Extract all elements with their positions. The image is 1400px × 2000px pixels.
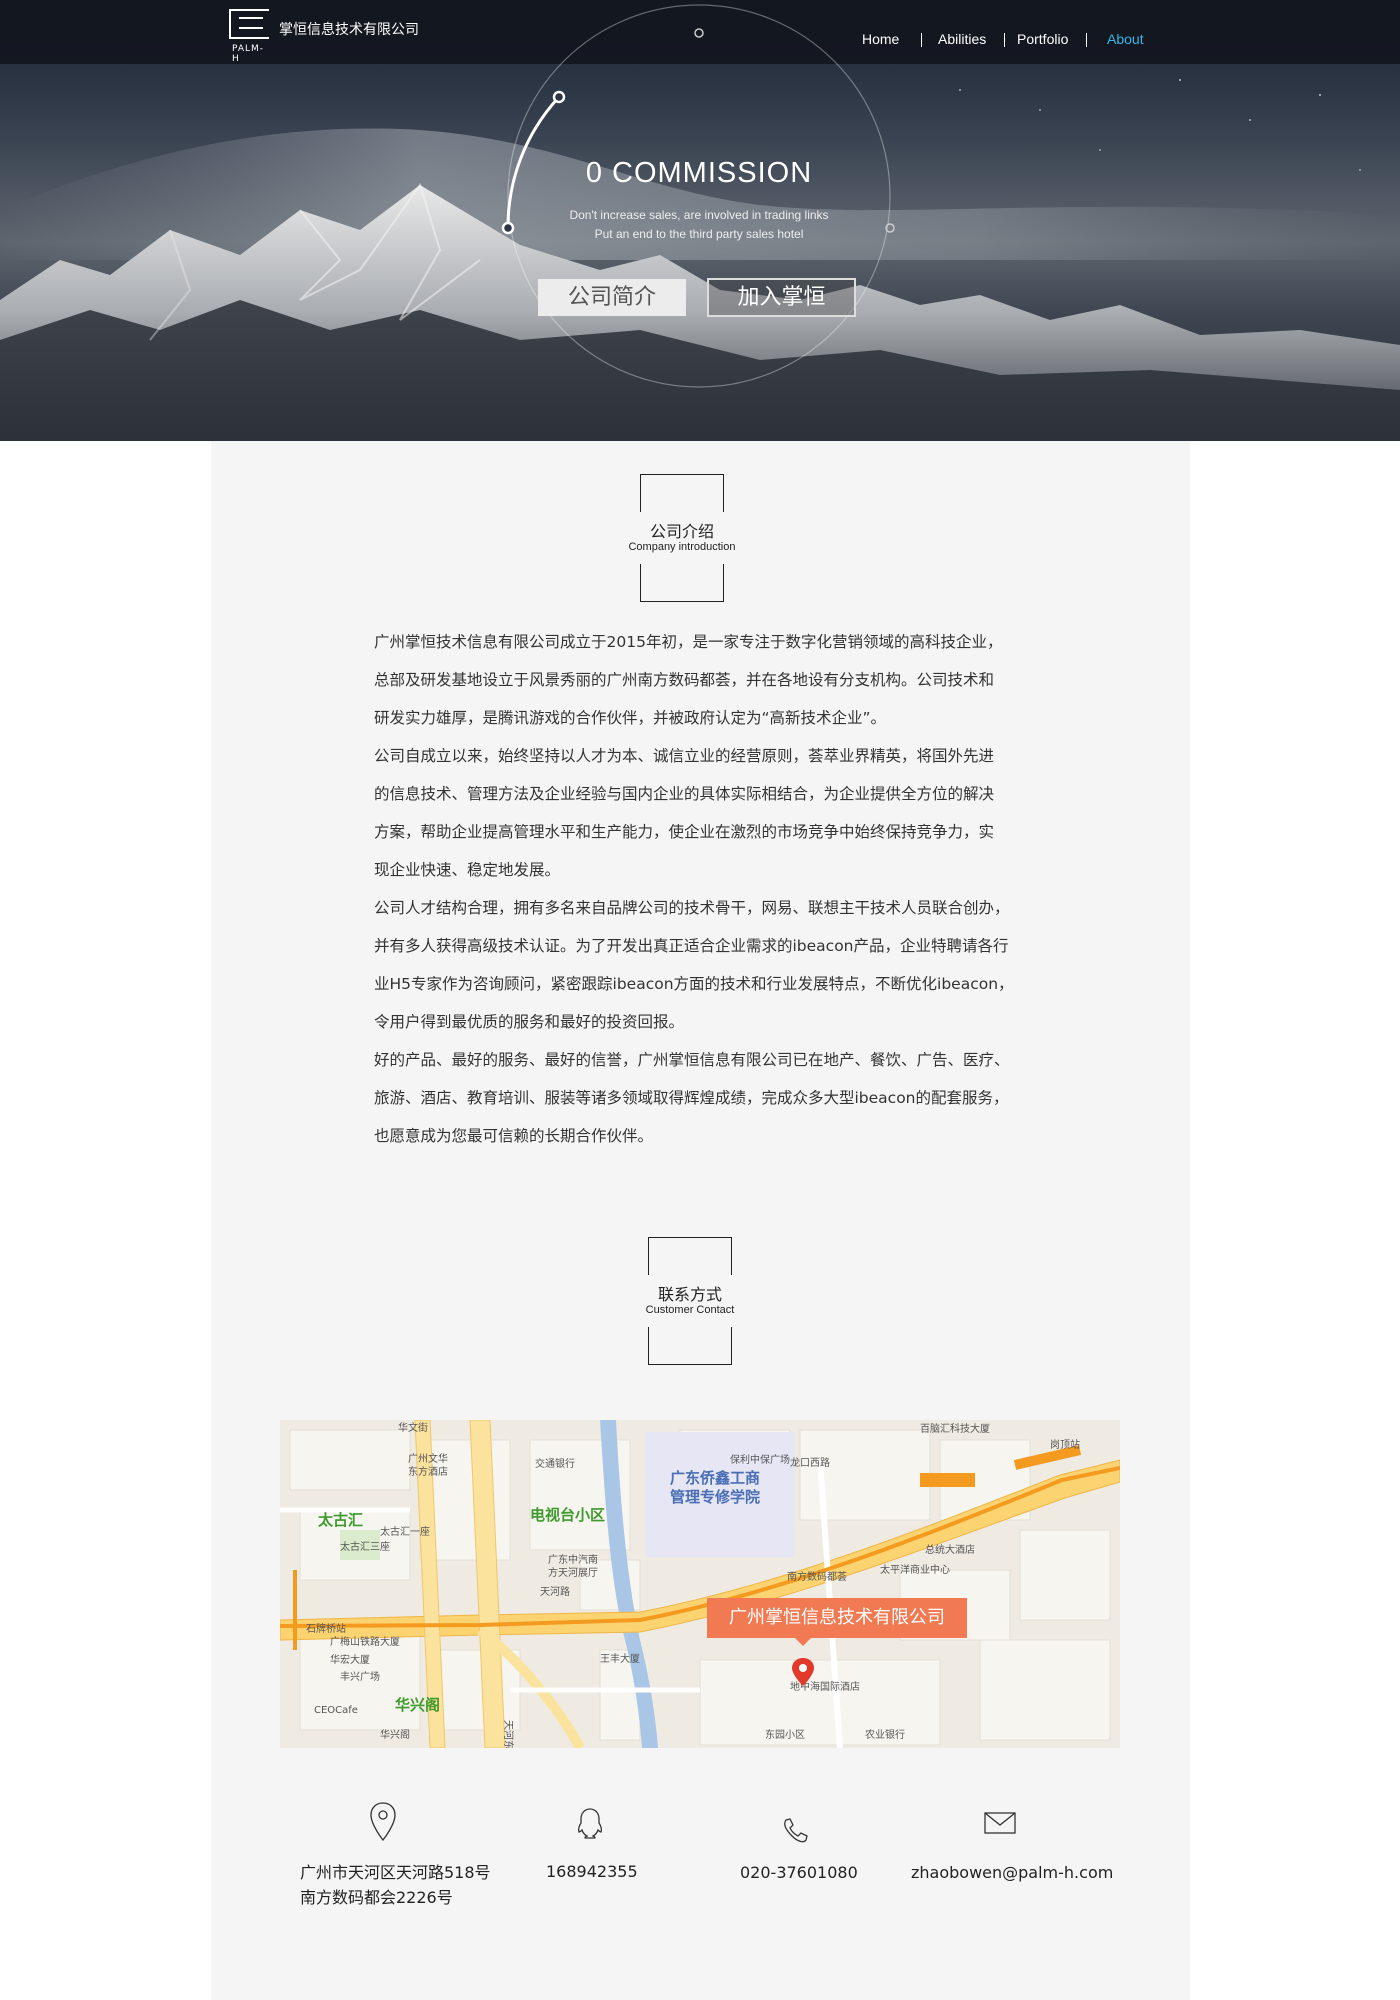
map-label: 太古汇三座 bbox=[340, 1540, 390, 1553]
map-label: 天河东路 bbox=[502, 1720, 515, 1748]
address-line: 南方数码都会2226号 bbox=[300, 1888, 453, 1907]
contact-phone: 020-37601080 bbox=[730, 1800, 890, 1930]
map-label: 太古汇一座 bbox=[380, 1525, 430, 1538]
intro-line: 研发实力雄厚，是腾讯游戏的合作伙伴，并被政府认定为“高新技术企业”。 bbox=[374, 709, 887, 727]
email-address[interactable]: zhaobowen@palm-h.com bbox=[911, 1860, 1113, 1885]
intro-section-heading: 公司介绍 Company introduction bbox=[628, 474, 736, 602]
join-us-button[interactable]: 加入掌恒 bbox=[707, 278, 856, 317]
map-label: 华兴阁 bbox=[395, 1696, 440, 1714]
map-label: CEOCafe bbox=[314, 1705, 358, 1716]
intro-title-en: Company introduction bbox=[628, 541, 736, 553]
contact-title-zh: 联系方式 bbox=[657, 1285, 722, 1304]
intro-line: 广州掌恒技术信息有限公司成立于2015年初，是一家专注于数字化营销领域的高科技企… bbox=[374, 633, 1003, 651]
hero-subtitle-line: Don't increase sales, are involved in tr… bbox=[569, 208, 829, 222]
intro-line: 好的产品、最好的服务、最好的信誉，广州掌恒信息有限公司已在地产、餐饮、广告、医疗… bbox=[374, 1051, 1010, 1069]
map-label: 百脑汇科技大厦 bbox=[920, 1422, 990, 1435]
qq-icon bbox=[577, 1808, 603, 1839]
map-label: 太古汇 bbox=[318, 1511, 363, 1529]
hero-title: 0 COMMISSION bbox=[585, 157, 813, 189]
map-label: 华宏大厦 bbox=[330, 1653, 370, 1666]
map-label: 天河路 bbox=[540, 1585, 570, 1598]
intro-title-zh: 公司介绍 bbox=[649, 522, 714, 541]
company-profile-button[interactable]: 公司简介 bbox=[538, 279, 686, 316]
contact-title-en: Customer Contact bbox=[645, 1304, 735, 1316]
map-label: 方天河展厅 bbox=[548, 1566, 598, 1579]
map-label: 广梅山铁路大厦 bbox=[330, 1635, 400, 1648]
map-label: 交通银行 bbox=[535, 1457, 575, 1470]
intro-line: 令用户得到最优质的服务和最好的投资回报。 bbox=[374, 1013, 685, 1031]
map-label: 南方数码都荟 bbox=[787, 1570, 847, 1583]
map-label: 广东侨鑫工商 bbox=[670, 1469, 760, 1487]
map-label: 华文街 bbox=[398, 1421, 428, 1434]
map-label: 东园小区 bbox=[765, 1728, 805, 1741]
contact-email: zhaobowen@palm-h.com bbox=[900, 1800, 1120, 1930]
intro-line: 方案，帮助企业提高管理水平和生产能力，使企业在激烈的市场竞争中始终保持竞争力，实 bbox=[374, 823, 995, 841]
heading-frame-top bbox=[648, 1237, 732, 1275]
map-label: 华兴阁 bbox=[380, 1728, 410, 1741]
map-label: 石牌桥站 bbox=[306, 1622, 346, 1635]
intro-line: 的信息技术、管理方法及企业经验与国内企业的具体实际相结合，为企业提供全方位的解决 bbox=[374, 785, 995, 803]
map-label: 农业银行 bbox=[865, 1728, 905, 1741]
intro-line: 公司自成立以来，始终坚持以人才为本、诚信立业的经营原则，荟萃业界精英，将国外先进 bbox=[374, 747, 995, 765]
heading-frame-top bbox=[640, 474, 724, 512]
intro-line: 总部及研发基地设立于风景秀丽的广州南方数码都荟，并在各地设有分支机构。公司技术和 bbox=[374, 671, 995, 689]
address-line: 广州市天河区天河路518号 bbox=[300, 1863, 491, 1882]
intro-line: 旅游、酒店、教育培训、服装等诸多领域取得辉煌成绩，完成众多大型ibeacon的配… bbox=[374, 1089, 1009, 1107]
mail-icon bbox=[984, 1812, 1016, 1834]
hero-banner: PALM-H 掌恒信息技术有限公司 Home Abilities Portfol… bbox=[0, 0, 1400, 441]
location-map[interactable]: 华文街 广州文华 东方酒店 交通银行 太古汇一座 太古汇三座 广东中汽南 方天河… bbox=[280, 1420, 1120, 1748]
hero-subtitle: Don't increase sales, are involved in tr… bbox=[494, 206, 904, 244]
heading-frame-bottom bbox=[640, 564, 724, 602]
intro-line: 现企业快速、稳定地发展。 bbox=[374, 861, 561, 879]
map-label: 管理专修学院 bbox=[670, 1488, 760, 1506]
map-label: 东方酒店 bbox=[408, 1465, 448, 1478]
intro-line: 并有多人获得高级技术认证。为了开发出真正适合企业需求的ibeacon产品，企业特… bbox=[374, 937, 1009, 955]
phone-number[interactable]: 020-37601080 bbox=[740, 1860, 858, 1885]
intro-line: 也愿意成为您最可信赖的长期合作伙伴。 bbox=[374, 1127, 654, 1145]
map-label: 保利中保广场 bbox=[730, 1453, 790, 1466]
map-label: 广东中汽南 bbox=[548, 1553, 598, 1566]
contact-address: 广州市天河区天河路518号 南方数码都会2226号 bbox=[290, 1800, 491, 1930]
intro-line: 公司人才结构合理，拥有多名来自品牌公司的技术骨干，网易、联想主干技术人员联合创办… bbox=[374, 899, 1010, 917]
hero-subtitle-line: Put an end to the third party sales hote… bbox=[594, 227, 804, 241]
phone-icon bbox=[784, 1818, 808, 1843]
contact-qq: 168942355 bbox=[520, 1800, 660, 1930]
map-label: 龙口西路 bbox=[790, 1456, 830, 1469]
map-marker-label[interactable]: 广州掌恒信息技术有限公司 bbox=[707, 1598, 967, 1646]
map-label: 电视台小区 bbox=[530, 1506, 605, 1524]
intro-line: 业H5专家作为咨询顾问，紧密跟踪ibeacon方面的技术和行业发展特点，不断优化… bbox=[374, 975, 1014, 993]
address-text: 广州市天河区天河路518号 南方数码都会2226号 bbox=[300, 1860, 491, 1910]
map-label: 岗顶站 bbox=[1050, 1438, 1080, 1451]
map-label: 王丰大厦 bbox=[600, 1652, 640, 1665]
map-label: 丰兴广场 bbox=[340, 1670, 380, 1683]
qq-number[interactable]: 168942355 bbox=[546, 1859, 638, 1884]
company-intro-text: 广州掌恒技术信息有限公司成立于2015年初，是一家专注于数字化营销领域的高科技企… bbox=[374, 623, 1034, 1155]
map-canvas: 华文街 广州文华 东方酒店 交通银行 太古汇一座 太古汇三座 广东中汽南 方天河… bbox=[280, 1420, 1120, 1748]
heading-frame-bottom bbox=[648, 1327, 732, 1365]
map-label: 总统大酒店 bbox=[925, 1543, 975, 1556]
contact-section-heading: 联系方式 Customer Contact bbox=[646, 1237, 734, 1365]
map-label: 太平洋商业中心 bbox=[880, 1563, 950, 1576]
location-pin-icon bbox=[370, 1802, 396, 1842]
map-label: 广州文华 bbox=[408, 1452, 448, 1465]
